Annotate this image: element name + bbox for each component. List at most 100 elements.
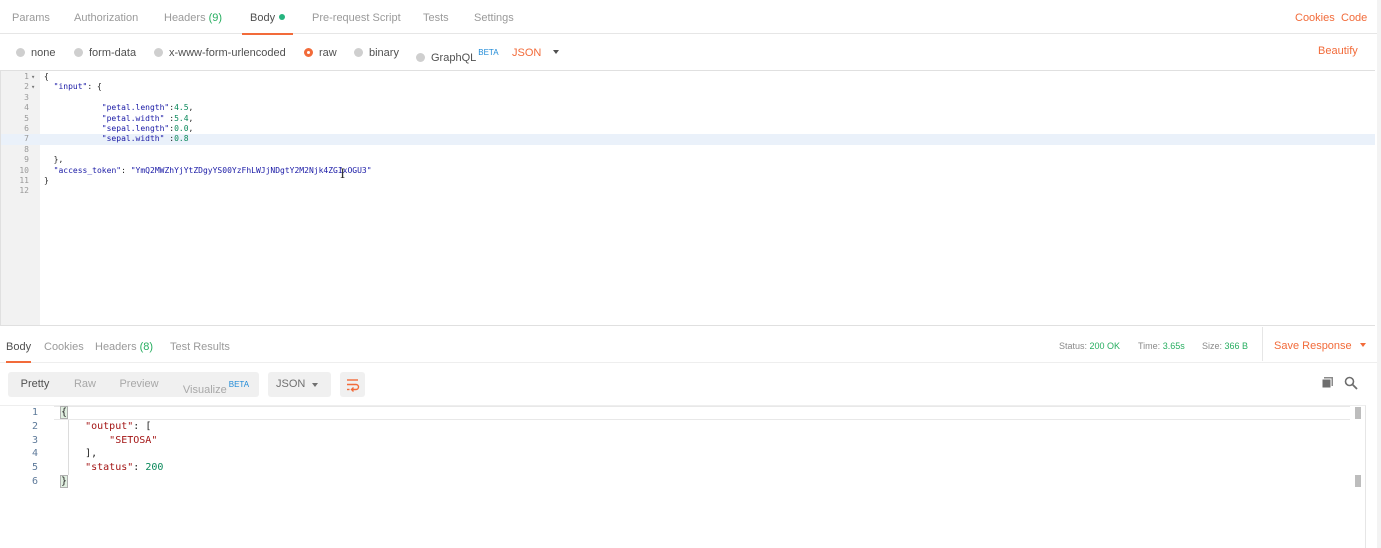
time-label: Time: — [1138, 341, 1161, 351]
resp-tab-cookies[interactable]: Cookies — [44, 327, 84, 361]
tab-tests[interactable]: Tests — [423, 0, 449, 33]
resp-tab-test-results[interactable]: Test Results — [170, 327, 230, 361]
line-code: } — [44, 176, 49, 185]
tab-label: Tests — [423, 12, 449, 24]
tab-label: Params — [12, 12, 50, 24]
tab-authorization[interactable]: Authorization — [74, 0, 138, 33]
tab-label: Headers — [95, 341, 137, 353]
editor-line[interactable]: 1 ▾ { — [1, 72, 1375, 82]
tab-label: Cookies — [44, 341, 84, 353]
editor-line[interactable]: 9 }, — [1, 155, 1375, 165]
response-body-viewer[interactable]: 1{2 "output": [3 "SETOSA" 4 ], 5 "status":… — [0, 405, 1366, 548]
editor-line[interactable]: 3 — [1, 93, 1375, 103]
save-response-button[interactable]: Save Response — [1262, 327, 1366, 361]
radio-icon[interactable] — [74, 48, 83, 57]
editor-line[interactable]: 4 "petal.length":4.5, — [1, 103, 1375, 113]
radio-icon[interactable] — [154, 48, 163, 57]
tab-pre-request-script[interactable]: Pre-request Script — [312, 0, 401, 33]
line-code: ], — [61, 448, 98, 460]
view-tab-pretty[interactable]: Pretty — [8, 372, 62, 397]
line-number: 12 — [19, 186, 29, 196]
status-value: 200 OK — [1089, 341, 1121, 351]
beta-badge: BETA — [478, 48, 499, 57]
line-code: "input": { — [53, 82, 102, 92]
response-format-select[interactable]: JSON — [268, 372, 331, 397]
view-tab-preview[interactable]: Preview — [108, 372, 170, 397]
modified-dot-icon — [279, 14, 286, 20]
resp-tab-headers[interactable]: Headers (8) — [95, 327, 153, 361]
line-code: "sepal.length":0.0, — [101, 124, 194, 133]
tab-body[interactable]: Body — [242, 0, 294, 35]
tab-label: Authorization — [74, 12, 139, 24]
view-tab-raw[interactable]: Raw — [62, 372, 108, 397]
view-tab-visualize[interactable]: Visualize BETA — [176, 372, 256, 397]
copy-icon[interactable] — [1321, 376, 1335, 390]
matched-brace: } — [59, 475, 69, 488]
time-readout: Time: 3.65s — [1138, 327, 1185, 361]
scroll-marker-top — [1355, 407, 1361, 419]
editor-line[interactable]: 7 "sepal.width" :0.8 — [1, 134, 1375, 145]
chevron-down-icon — [312, 383, 318, 387]
line-number: 3 — [31, 434, 38, 446]
code-link[interactable]: Code — [1341, 0, 1367, 33]
language-select[interactable]: JSON — [512, 45, 560, 61]
line-code: }, — [44, 155, 64, 165]
request-body-editor[interactable]: 1 ▾{2 ▾ "input": {3 4 "petal.length":4.5, 5 … — [0, 70, 1375, 326]
editor-line[interactable]: 11} — [1, 176, 1375, 186]
beautify-link[interactable]: Beautify — [1318, 34, 1358, 67]
mode-binary[interactable]: binary — [354, 45, 399, 61]
mode-label: form-data — [89, 47, 137, 59]
tab-params[interactable]: Params — [12, 0, 50, 33]
time-value: 3.65s — [1162, 341, 1185, 351]
mode-label: raw — [319, 47, 337, 59]
radio-selected-icon[interactable] — [304, 48, 313, 57]
tab-label: Settings — [474, 12, 514, 24]
response-line: 4 ], — [0, 447, 1350, 462]
page-scrollbar[interactable] — [1377, 0, 1381, 548]
line-code: "petal.length":4.5, — [101, 103, 194, 113]
wrap-lines-button[interactable] — [340, 372, 365, 397]
mode-graphql[interactable]: GraphQL BETA — [416, 45, 499, 64]
response-line: 6} — [0, 475, 1350, 489]
mode-raw[interactable]: raw — [304, 45, 337, 61]
line-code: { — [59, 406, 69, 420]
status-label: Status: — [1059, 341, 1088, 351]
radio-icon[interactable] — [416, 53, 425, 62]
fold-toggle-icon[interactable]: ▾ — [31, 82, 35, 92]
line-number: 4 — [31, 448, 38, 460]
editor-line[interactable]: 5 "petal.width" :5.4, — [1, 114, 1375, 124]
line-code: "output": [ — [85, 420, 152, 432]
mode-none[interactable]: none — [16, 45, 55, 61]
editor-line[interactable]: 8 — [1, 145, 1375, 155]
editor-line[interactable]: 6 "sepal.length":0.0, — [1, 124, 1375, 134]
mode-label: x-www-form-urlencoded — [169, 47, 286, 59]
radio-icon[interactable] — [354, 48, 363, 57]
tab-label: Test Results — [170, 341, 230, 353]
line-code: { — [44, 72, 49, 81]
line-number: 2 — [31, 420, 38, 432]
cookies-link[interactable]: Cookies — [1295, 0, 1335, 33]
format-label: JSON — [276, 378, 306, 390]
size-value: 366 B — [1224, 341, 1249, 351]
mode-urlencoded[interactable]: x-www-form-urlencoded — [154, 45, 286, 61]
line-code: "status": 200 — [85, 462, 164, 474]
search-icon[interactable] — [1344, 376, 1358, 390]
line-number: 4 — [24, 103, 29, 113]
radio-icon[interactable] — [16, 48, 25, 57]
resp-tab-body[interactable]: Body — [6, 327, 32, 363]
response-line: 3 "SETOSA" — [0, 433, 1350, 448]
response-line: 1{ — [0, 406, 1350, 420]
editor-line[interactable]: 12 — [1, 186, 1375, 196]
request-tabs: Params Authorization Headers (9) Body Pr… — [0, 0, 1381, 35]
beta-badge: BETA — [228, 380, 250, 389]
line-number: 3 — [24, 92, 29, 102]
tab-settings[interactable]: Settings — [474, 0, 514, 33]
tab-headers[interactable]: Headers (9) — [164, 0, 222, 33]
language-label: JSON — [512, 47, 542, 59]
editor-line[interactable]: 2 ▾ "input": { — [1, 82, 1375, 92]
mode-form-data[interactable]: form-data — [74, 45, 136, 61]
fold-toggle-icon[interactable]: ▾ — [31, 72, 35, 82]
response-line: 5 "status": 200 — [0, 461, 1350, 475]
editor-line[interactable]: 10 "access_token": "YmQ2MWZhYjYtZDgyYS00… — [1, 166, 1375, 176]
headers-count: (9) — [208, 12, 223, 24]
